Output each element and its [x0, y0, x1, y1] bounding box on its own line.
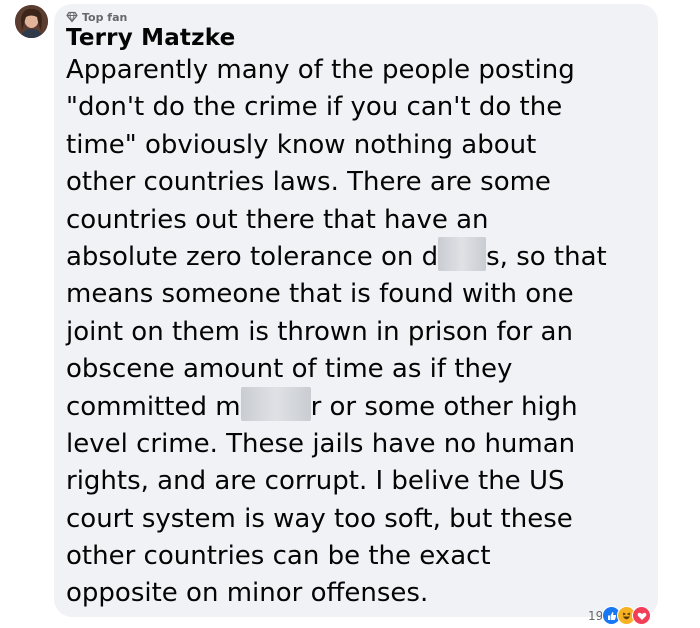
- top-fan-badge: Top fan: [66, 10, 127, 24]
- comment-text-segment: Apparently many of the people posting: [66, 55, 575, 85]
- comment-line: means someone that is found with one: [66, 276, 656, 313]
- comment-line: Apparently many of the people posting: [66, 52, 656, 89]
- comment-text-segment: court system is way too soft, but these: [66, 503, 573, 534]
- diamond-icon: [66, 11, 78, 23]
- comment-text-segment: opposite on minor offenses.: [66, 578, 429, 609]
- comment-text-segment: r or some other high: [310, 391, 578, 422]
- comment-text-segment: committed m: [66, 391, 241, 422]
- comment-text-segment: s, so that: [486, 241, 607, 272]
- comment-line: level crime. These jails have no human: [66, 426, 656, 463]
- comment-line: rights, and are corrupt. I belive the US: [66, 463, 656, 500]
- comment-line: joint on them is thrown in prison for an: [66, 314, 656, 351]
- comment-text-segment: absolute zero tolerance on d: [66, 241, 439, 272]
- comment-text-segment: rights, and are corrupt. I belive the US: [66, 466, 565, 497]
- reaction-summary[interactable]: 19: [588, 606, 652, 625]
- comment-author[interactable]: Terry Matzke: [66, 25, 235, 51]
- comment-line: court system is way too soft, but these: [66, 501, 656, 538]
- censored-word: [240, 387, 311, 422]
- comment-text-segment: means someone that is found with one: [66, 279, 574, 310]
- comment-line: other countries laws. There are some: [66, 164, 656, 201]
- comment-text: Apparently many of the people posting "d…: [66, 52, 656, 613]
- censored-word: [438, 237, 487, 272]
- comment-line: "don't do the crime if you can't do the: [66, 89, 656, 126]
- comment-text-segment: obscene amount of time as if they: [66, 354, 513, 385]
- reaction-count: 19: [588, 608, 604, 623]
- comment-line: committed m r or some other high: [66, 387, 656, 426]
- comment-line: opposite on minor offenses.: [66, 575, 656, 612]
- comment-line: countries out there that have an: [66, 202, 656, 239]
- comment-text-segment: level crime. These jails have no human: [66, 428, 576, 459]
- comment-line: time" obviously know nothing about: [66, 127, 656, 164]
- comment-text-segment: time" obviously know nothing about: [66, 129, 537, 160]
- comment-text-segment: "don't do the crime if you can't do the: [66, 92, 563, 123]
- comment-text-segment: other countries can be the exact: [66, 541, 491, 572]
- comment-line: obscene amount of time as if they: [66, 351, 656, 388]
- comment-text-segment: other countries laws. There are some: [66, 167, 551, 198]
- love-icon: [632, 606, 652, 625]
- avatar[interactable]: [15, 5, 48, 38]
- comment-text-segment: joint on them is thrown in prison for an: [66, 316, 573, 347]
- badge-label: Top fan: [82, 10, 128, 24]
- comment-line: absolute zero tolerance on d s, so that: [66, 237, 656, 276]
- comment-line: other countries can be the exact: [66, 538, 656, 575]
- comment-text-segment: countries out there that have an: [66, 204, 489, 235]
